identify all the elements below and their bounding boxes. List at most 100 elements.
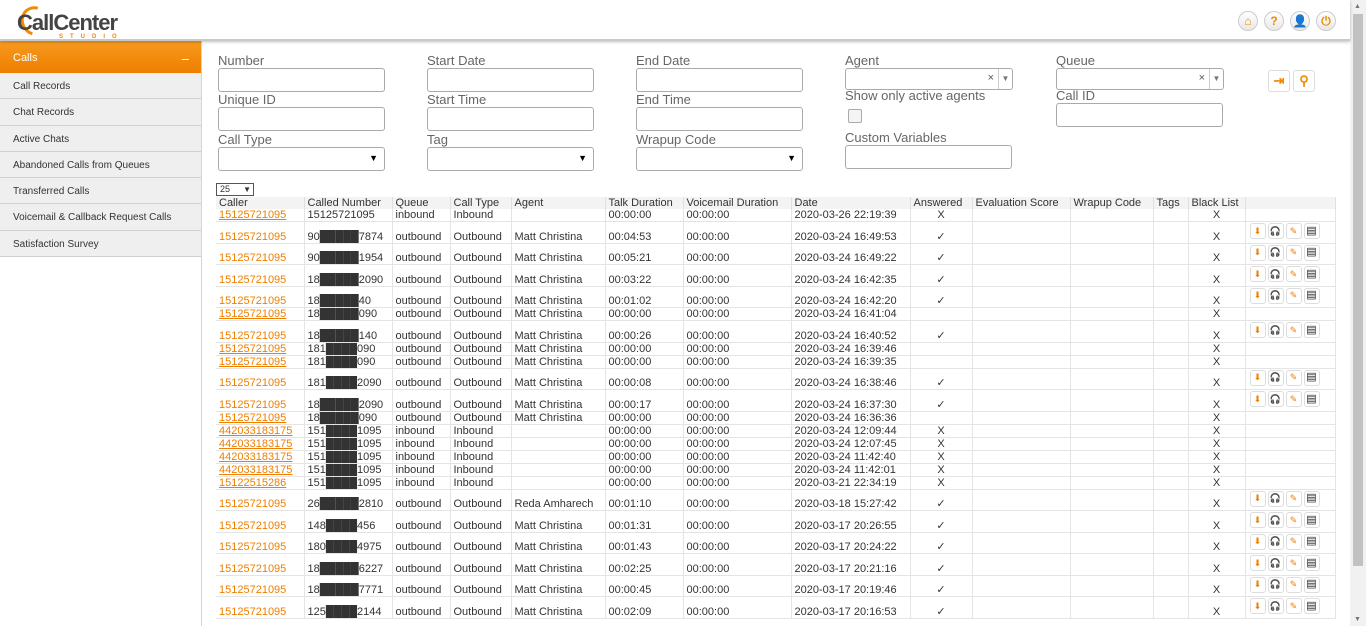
- caller-cell[interactable]: 442033183175: [216, 437, 305, 451]
- caller-cell[interactable]: 15125721095: [216, 264, 305, 287]
- power-icon[interactable]: ⏻: [1316, 11, 1336, 31]
- custom-variables-input[interactable]: [845, 145, 1012, 169]
- download-icon[interactable]: ⬇: [1249, 223, 1266, 240]
- caller-cell[interactable]: 442033183175: [216, 463, 305, 477]
- start-date-input[interactable]: [427, 68, 594, 92]
- edit-icon[interactable]: ✎: [1285, 533, 1302, 550]
- queue-select[interactable]: × ▼: [1056, 68, 1224, 90]
- agent-select[interactable]: × ▼: [845, 68, 1013, 90]
- caller-cell[interactable]: 442033183175: [216, 450, 305, 464]
- listen-icon[interactable]: 🎧: [1267, 223, 1284, 240]
- listen-icon[interactable]: 🎧: [1267, 369, 1284, 386]
- scroll-thumb[interactable]: [1353, 14, 1363, 566]
- download-icon[interactable]: ⬇: [1249, 287, 1266, 304]
- edit-icon[interactable]: ✎: [1285, 223, 1302, 240]
- notes-icon[interactable]: ▤: [1303, 244, 1320, 261]
- listen-icon[interactable]: 🎧: [1267, 287, 1284, 304]
- caller-cell[interactable]: 15122515286: [216, 476, 305, 490]
- caller-cell[interactable]: 15125721095: [216, 342, 305, 356]
- listen-icon[interactable]: 🎧: [1267, 598, 1284, 615]
- caller-cell[interactable]: 15125721095: [216, 389, 305, 412]
- sidebar-header-calls[interactable]: Calls –: [0, 41, 201, 73]
- download-icon[interactable]: ⬇: [1249, 576, 1266, 593]
- edit-icon[interactable]: ✎: [1285, 266, 1302, 283]
- scroll-down-icon[interactable]: ▼: [1354, 616, 1361, 623]
- edit-icon[interactable]: ✎: [1285, 287, 1302, 304]
- caller-cell[interactable]: 15125721095: [216, 243, 305, 266]
- edit-icon[interactable]: ✎: [1285, 244, 1302, 261]
- listen-icon[interactable]: 🎧: [1267, 266, 1284, 283]
- callcenter-logo[interactable]: CallCenter STUDIO: [15, 1, 118, 41]
- sidebar-item-abandoned-calls[interactable]: Abandoned Calls from Queues: [0, 151, 201, 179]
- caller-cell[interactable]: 15125721095: [216, 575, 305, 598]
- column-header[interactable]: Tags: [1153, 197, 1189, 209]
- call-id-input[interactable]: [1056, 103, 1223, 127]
- listen-icon[interactable]: 🎧: [1267, 512, 1284, 529]
- edit-icon[interactable]: ✎: [1285, 490, 1302, 507]
- listen-icon[interactable]: 🎧: [1267, 391, 1284, 408]
- download-icon[interactable]: ⬇: [1249, 490, 1266, 507]
- sidebar-item-satisfaction-survey[interactable]: Satisfaction Survey: [0, 230, 201, 258]
- column-header[interactable]: Date: [791, 197, 911, 209]
- column-header[interactable]: Agent: [511, 197, 606, 209]
- download-icon[interactable]: ⬇: [1249, 555, 1266, 572]
- notes-icon[interactable]: ▤: [1303, 223, 1320, 240]
- notes-icon[interactable]: ▤: [1303, 369, 1320, 386]
- caller-cell[interactable]: 15125721095: [216, 286, 305, 309]
- clear-icon[interactable]: ×: [1199, 72, 1205, 84]
- end-date-input[interactable]: [636, 68, 803, 92]
- listen-icon[interactable]: 🎧: [1267, 322, 1284, 339]
- caller-cell[interactable]: 15125721095: [216, 209, 305, 223]
- unique-id-input[interactable]: [218, 107, 385, 131]
- caller-cell[interactable]: 15125721095: [216, 510, 305, 533]
- notes-icon[interactable]: ▤: [1303, 287, 1320, 304]
- search-icon[interactable]: ⚲: [1293, 70, 1315, 92]
- number-input[interactable]: [218, 68, 385, 92]
- help-icon[interactable]: ?: [1264, 11, 1284, 31]
- edit-icon[interactable]: ✎: [1285, 369, 1302, 386]
- caller-cell[interactable]: 15125721095: [216, 307, 305, 322]
- caller-cell[interactable]: 15125721095: [216, 489, 305, 512]
- listen-icon[interactable]: 🎧: [1267, 533, 1284, 550]
- caller-cell[interactable]: 15125721095: [216, 355, 305, 369]
- sidebar-item-chat-records[interactable]: Chat Records: [0, 99, 201, 126]
- caller-cell[interactable]: 15125721095: [216, 532, 305, 555]
- notes-icon[interactable]: ▤: [1303, 391, 1320, 408]
- notes-icon[interactable]: ▤: [1303, 533, 1320, 550]
- column-header[interactable]: Talk Duration: [605, 197, 684, 209]
- notes-icon[interactable]: ▤: [1303, 512, 1320, 529]
- listen-icon[interactable]: 🎧: [1267, 576, 1284, 593]
- caller-cell[interactable]: 15125721095: [216, 221, 305, 244]
- column-header[interactable]: Caller: [216, 197, 305, 209]
- listen-icon[interactable]: 🎧: [1267, 244, 1284, 261]
- notes-icon[interactable]: ▤: [1303, 555, 1320, 572]
- download-icon[interactable]: ⬇: [1249, 512, 1266, 529]
- column-header[interactable]: Black List: [1188, 197, 1246, 209]
- notes-icon[interactable]: ▤: [1303, 598, 1320, 615]
- page-size-select[interactable]: 25 ▼: [216, 183, 254, 196]
- chevron-down-icon[interactable]: ▼: [1209, 69, 1223, 89]
- end-time-input[interactable]: [636, 107, 803, 131]
- column-header[interactable]: Wrapup Code: [1070, 197, 1154, 209]
- edit-icon[interactable]: ✎: [1285, 576, 1302, 593]
- listen-icon[interactable]: 🎧: [1267, 555, 1284, 572]
- caller-cell[interactable]: 442033183175: [216, 424, 305, 438]
- caller-cell[interactable]: 15125721095: [216, 411, 305, 425]
- chevron-down-icon[interactable]: ▼: [998, 69, 1012, 89]
- edit-icon[interactable]: ✎: [1285, 322, 1302, 339]
- sidebar-item-call-records[interactable]: Call Records: [0, 73, 201, 100]
- sidebar-item-active-chats[interactable]: Active Chats: [0, 125, 201, 152]
- start-time-input[interactable]: [427, 107, 594, 131]
- sidebar-item-transferred-calls[interactable]: Transferred Calls: [0, 178, 201, 205]
- edit-icon[interactable]: ✎: [1285, 555, 1302, 572]
- edit-icon[interactable]: ✎: [1285, 512, 1302, 529]
- column-header[interactable]: Call Type: [450, 197, 512, 209]
- edit-icon[interactable]: ✎: [1285, 391, 1302, 408]
- column-header[interactable]: Answered: [910, 197, 973, 209]
- export-icon[interactable]: ⇥: [1268, 70, 1290, 92]
- caller-cell[interactable]: 15125721095: [216, 553, 305, 576]
- sidebar-item-voicemail-callback[interactable]: Voicemail & Callback Request Calls: [0, 204, 201, 231]
- column-header[interactable]: Called Number: [304, 197, 393, 209]
- download-icon[interactable]: ⬇: [1249, 322, 1266, 339]
- show-active-checkbox[interactable]: [848, 109, 862, 123]
